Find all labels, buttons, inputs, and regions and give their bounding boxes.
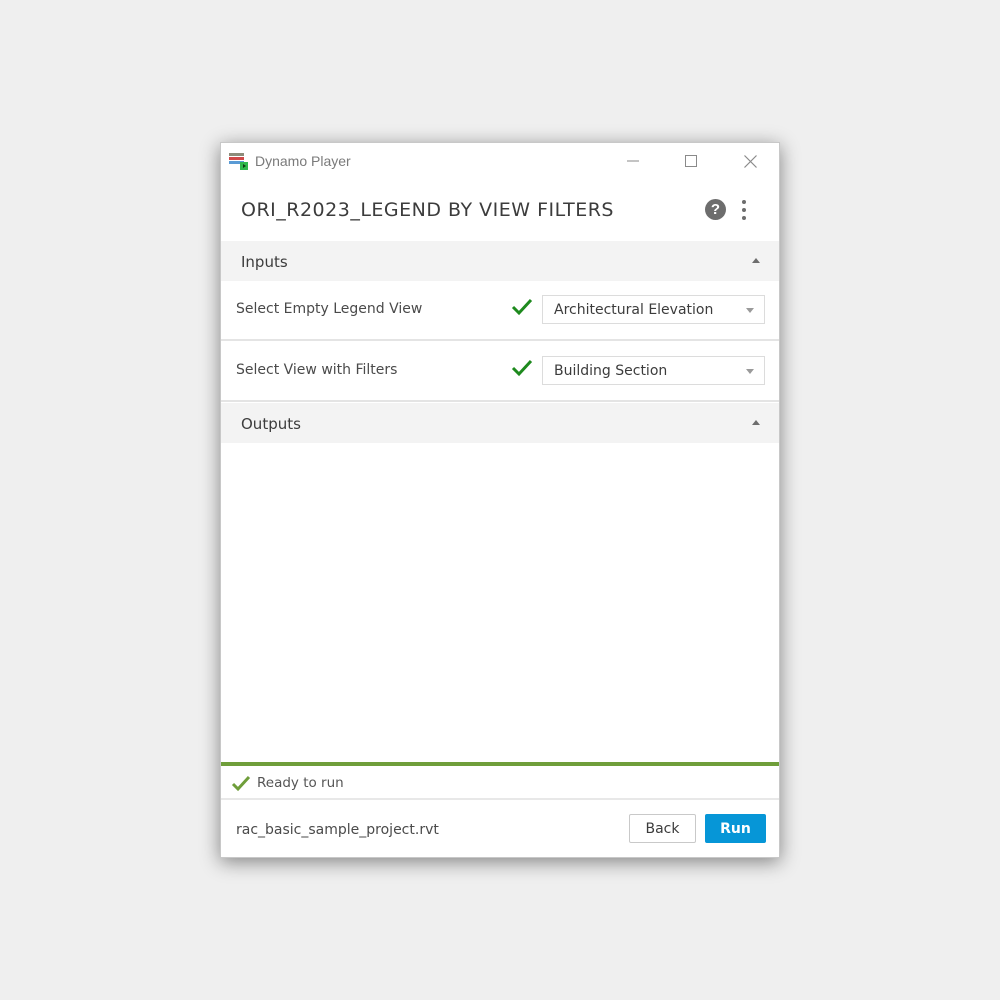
help-icon[interactable]: ? xyxy=(705,199,726,220)
footer: rac_basic_sample_project.rvt Back Run xyxy=(221,800,779,858)
minimize-icon xyxy=(627,160,639,162)
check-icon xyxy=(511,359,533,377)
inputs-section-label: Inputs xyxy=(241,253,288,271)
run-button[interactable]: Run xyxy=(705,814,766,843)
page-title: ORI_R2023_LEGEND BY VIEW FILTERS xyxy=(241,199,614,221)
title-bar: Dynamo Player xyxy=(221,143,779,179)
app-title: Dynamo Player xyxy=(255,153,351,169)
close-icon xyxy=(743,154,757,168)
outputs-section-header[interactable]: Outputs xyxy=(221,403,779,443)
dynamo-player-icon xyxy=(229,153,248,170)
header: ORI_R2023_LEGEND BY VIEW FILTERS ? xyxy=(221,179,779,241)
maximize-icon xyxy=(685,155,697,167)
chevron-down-icon xyxy=(746,308,754,313)
inputs-section-header[interactable]: Inputs xyxy=(221,241,779,281)
more-vertical-icon[interactable] xyxy=(737,198,751,222)
input-label: Select View with Filters xyxy=(236,362,398,378)
status-bar: Ready to run xyxy=(221,766,779,800)
dynamo-player-window: Dynamo Player ORI_R2023_LEGEND BY VIEW F… xyxy=(220,142,780,858)
minimize-button[interactable] xyxy=(604,143,662,179)
close-button[interactable] xyxy=(721,143,779,179)
dropdown-value: Architectural Elevation xyxy=(554,302,714,318)
collapse-icon xyxy=(752,258,760,263)
filter-view-dropdown[interactable]: Building Section xyxy=(542,356,765,385)
file-name: rac_basic_sample_project.rvt xyxy=(236,822,439,838)
legend-view-dropdown[interactable]: Architectural Elevation xyxy=(542,295,765,324)
check-icon xyxy=(231,775,251,792)
status-text: Ready to run xyxy=(257,775,344,791)
outputs-section-label: Outputs xyxy=(241,415,301,433)
dropdown-value: Building Section xyxy=(554,363,668,379)
check-icon xyxy=(511,298,533,316)
input-row: Select View with Filters Building Sectio… xyxy=(221,342,779,402)
input-label: Select Empty Legend View xyxy=(236,301,423,317)
collapse-icon xyxy=(752,420,760,425)
maximize-button[interactable] xyxy=(662,143,720,179)
chevron-down-icon xyxy=(746,369,754,374)
input-row: Select Empty Legend View Architectural E… xyxy=(221,281,779,341)
back-button[interactable]: Back xyxy=(629,814,696,843)
